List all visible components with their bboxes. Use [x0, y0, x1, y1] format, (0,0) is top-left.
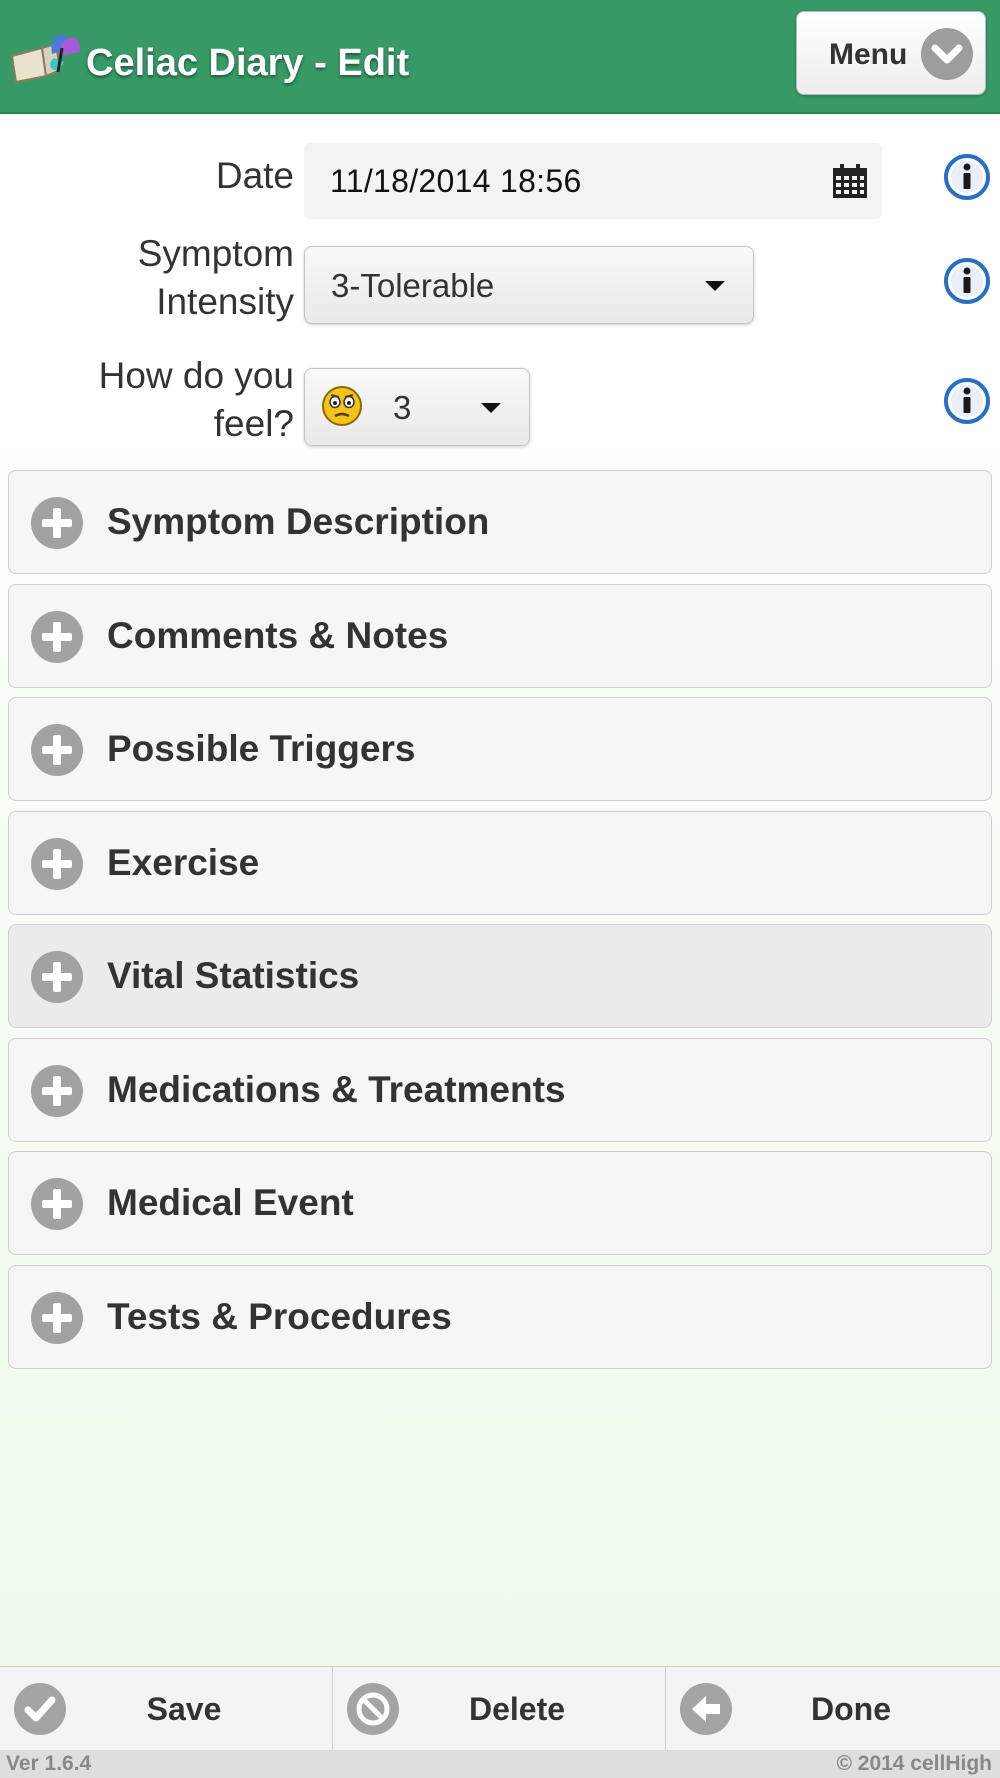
delete-button-label: Delete	[468, 1691, 566, 1727]
chevron-down-icon	[921, 28, 973, 80]
section-symptom-description[interactable]: Symptom Description	[8, 470, 992, 574]
section-tests-procedures[interactable]: Tests & Procedures	[8, 1265, 992, 1369]
menu-button[interactable]: Menu	[796, 11, 986, 95]
section-medications-treatments[interactable]: Medications & Treatments	[8, 1038, 992, 1142]
date-input[interactable]: 11/18/2014 18:56	[304, 143, 882, 219]
status-bar: Ver 1.6.4 © 2014 cellHigh	[0, 1750, 1000, 1778]
section-comments-notes[interactable]: Comments & Notes	[8, 584, 992, 688]
section-title: Medical Event	[107, 1182, 354, 1223]
plus-icon	[31, 497, 83, 549]
done-button-label: Done	[811, 1691, 891, 1727]
plus-icon	[31, 724, 83, 776]
plus-icon	[31, 1292, 83, 1344]
plus-icon	[31, 951, 83, 1003]
menu-button-label: Menu	[829, 38, 908, 71]
section-title: Exercise	[107, 842, 260, 883]
section-title: Medications & Treatments	[107, 1069, 566, 1110]
delete-button[interactable]: Delete	[333, 1667, 666, 1751]
save-button[interactable]: Save	[0, 1667, 333, 1751]
done-button[interactable]: Done	[666, 1667, 1000, 1751]
date-label: Date	[215, 155, 294, 196]
symptom-intensity-label: Symptom Intensity	[137, 233, 294, 322]
section-title: Symptom Description	[107, 501, 490, 542]
symptom-intensity-info-icon[interactable]	[944, 258, 990, 304]
section-vital-statistics[interactable]: Vital Statistics	[8, 924, 992, 1028]
feel-info-icon[interactable]	[944, 378, 990, 424]
symptom-intensity-select[interactable]: 3-Tolerable	[304, 246, 754, 324]
symptom-intensity-value: 3-Tolerable	[331, 267, 495, 304]
plus-icon	[31, 1065, 83, 1117]
section-exercise[interactable]: Exercise	[8, 811, 992, 915]
date-info-icon[interactable]	[944, 154, 990, 200]
date-value: 11/18/2014 18:56	[330, 163, 582, 199]
footer-toolbar: Save Delete Done	[0, 1666, 1000, 1751]
feel-select[interactable]: 3	[304, 368, 530, 446]
section-medical-event[interactable]: Medical Event	[8, 1151, 992, 1255]
app-title: Celiac Diary - Edit	[86, 42, 410, 84]
section-title: Tests & Procedures	[107, 1296, 452, 1337]
caret-down-icon	[481, 403, 501, 413]
version-text: Ver 1.6.4	[6, 1752, 92, 1775]
feel-value: 3	[393, 389, 412, 426]
section-title: Comments & Notes	[107, 615, 449, 656]
plus-icon	[31, 838, 83, 890]
feel-label: How do you feel?	[98, 355, 294, 444]
section-possible-triggers[interactable]: Possible Triggers	[8, 697, 992, 801]
caret-down-icon	[705, 281, 725, 291]
plus-icon	[31, 1178, 83, 1230]
copyright-text: © 2014 cellHigh	[836, 1752, 992, 1775]
book-butterfly-logo-icon	[10, 34, 81, 84]
app-header: Celiac Diary - Edit Menu	[0, 0, 1000, 114]
calendar-icon[interactable]	[832, 163, 868, 199]
save-button-label: Save	[146, 1691, 222, 1727]
section-title: Vital Statistics	[107, 955, 360, 996]
worried-smiley-icon	[322, 386, 362, 426]
plus-icon	[31, 611, 83, 663]
section-title: Possible Triggers	[107, 728, 416, 769]
